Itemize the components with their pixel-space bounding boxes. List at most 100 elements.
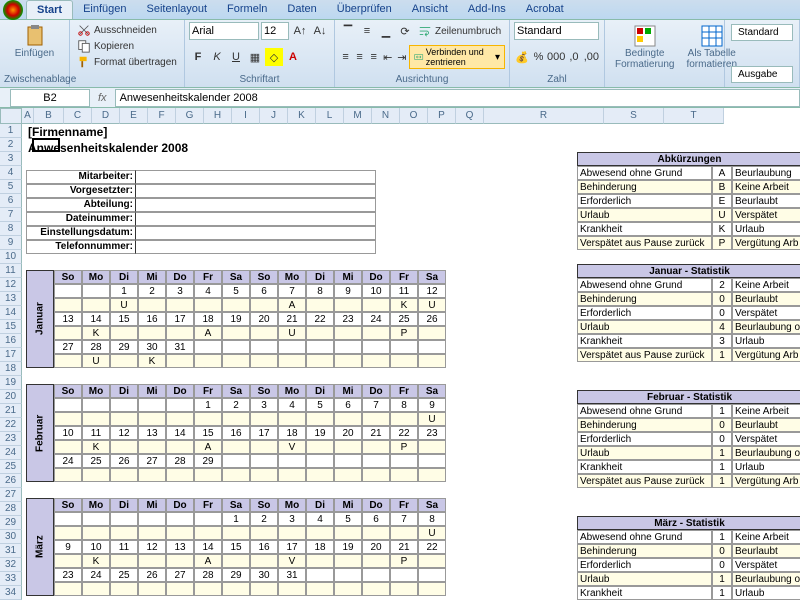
cal-cell[interactable] [110,512,138,526]
cal-cell[interactable]: 28 [194,568,222,582]
cal-cell[interactable] [390,582,418,596]
cal-cell[interactable] [250,440,278,454]
row-header[interactable]: 1 [0,124,22,138]
cal-cell[interactable]: 19 [306,426,334,440]
row-header[interactable]: 12 [0,278,22,292]
cal-cell[interactable] [278,354,306,368]
cal-cell[interactable]: 9 [54,540,82,554]
row-header[interactable]: 9 [0,236,22,250]
cal-cell[interactable]: 12 [418,284,446,298]
row-header[interactable]: 10 [0,250,22,264]
row-header[interactable]: 7 [0,208,22,222]
cal-cell[interactable] [222,468,250,482]
align-middle-button[interactable]: ≡ [358,22,376,40]
cal-cell[interactable] [222,298,250,312]
cal-cell[interactable] [362,298,390,312]
cal-cell[interactable] [138,582,166,596]
align-right-button[interactable]: ≡ [367,48,380,66]
row-header[interactable]: 20 [0,390,22,404]
cal-cell[interactable]: 2 [138,284,166,298]
cal-cell[interactable] [334,582,362,596]
comma-button[interactable]: 000 [547,48,565,66]
cal-cell[interactable] [418,554,446,568]
cal-cell[interactable] [222,454,250,468]
cell-style-output[interactable]: Ausgabe [731,66,793,83]
indent-dec-button[interactable]: ⇤ [381,48,394,66]
cal-cell[interactable] [278,412,306,426]
cal-cell[interactable] [82,582,110,596]
cal-cell[interactable]: 24 [362,312,390,326]
cal-cell[interactable] [222,440,250,454]
cal-cell[interactable]: K [138,354,166,368]
cal-cell[interactable] [334,454,362,468]
row-header[interactable]: 30 [0,530,22,544]
cal-cell[interactable] [54,468,82,482]
cal-cell[interactable]: 26 [418,312,446,326]
cal-cell[interactable] [166,440,194,454]
cal-cell[interactable]: 24 [54,454,82,468]
cal-cell[interactable] [82,412,110,426]
cal-cell[interactable]: V [278,440,306,454]
align-top-button[interactable]: ▔ [339,22,357,40]
inc-decimal-button[interactable]: ,0 [566,48,582,66]
cal-cell[interactable] [54,582,82,596]
worksheet-grid[interactable]: ABCDEFGHIJKLMNOPQRST 1234567891011121314… [0,108,800,600]
ribbon-tab-überprüfen[interactable]: Überprüfen [327,0,402,19]
cal-cell[interactable]: 14 [82,312,110,326]
cal-cell[interactable] [362,582,390,596]
cal-cell[interactable] [278,468,306,482]
font-color-button[interactable]: A [284,48,302,66]
name-box[interactable]: B2 [10,89,90,107]
row-header[interactable]: 34 [0,586,22,600]
cal-cell[interactable]: 17 [250,426,278,440]
cal-cell[interactable] [54,512,82,526]
cal-cell[interactable]: 25 [110,568,138,582]
cal-cell[interactable] [278,454,306,468]
cal-cell[interactable] [306,468,334,482]
cal-cell[interactable] [194,582,222,596]
cal-cell[interactable] [278,582,306,596]
ribbon-tab-start[interactable]: Start [26,0,73,19]
cal-cell[interactable] [138,298,166,312]
cal-cell[interactable]: 29 [194,454,222,468]
cal-cell[interactable]: U [82,354,110,368]
cal-cell[interactable]: 13 [138,426,166,440]
cal-cell[interactable]: P [390,326,418,340]
cal-cell[interactable] [362,526,390,540]
wrap-text-button[interactable]: Zeilenumbruch [415,23,504,39]
row-header[interactable]: 5 [0,180,22,194]
row-header[interactable]: 3 [0,152,22,166]
cal-cell[interactable]: 1 [222,512,250,526]
cal-cell[interactable] [306,568,334,582]
cal-cell[interactable] [250,582,278,596]
cal-cell[interactable] [362,468,390,482]
cal-cell[interactable]: 8 [306,284,334,298]
align-left-button[interactable]: ≡ [339,48,352,66]
cal-cell[interactable]: 14 [194,540,222,554]
col-header[interactable]: K [288,108,316,124]
cal-cell[interactable]: 4 [306,512,334,526]
cal-cell[interactable]: 10 [362,284,390,298]
cal-cell[interactable]: 22 [418,540,446,554]
cal-cell[interactable] [362,440,390,454]
cal-cell[interactable]: 26 [138,568,166,582]
row-header[interactable]: 28 [0,502,22,516]
cal-cell[interactable]: 23 [54,568,82,582]
form-value[interactable] [136,170,376,184]
font-size-combo[interactable] [261,22,289,40]
cal-cell[interactable]: 5 [334,512,362,526]
cal-cell[interactable]: 15 [194,426,222,440]
row-header[interactable]: 24 [0,446,22,460]
cal-cell[interactable]: 18 [194,312,222,326]
col-header[interactable]: N [372,108,400,124]
cal-cell[interactable] [54,284,82,298]
form-value[interactable] [136,212,376,226]
cal-cell[interactable] [334,468,362,482]
font-name-combo[interactable] [189,22,259,40]
form-value[interactable] [136,198,376,212]
cal-cell[interactable]: 17 [278,540,306,554]
cal-cell[interactable] [334,412,362,426]
cal-cell[interactable]: K [82,326,110,340]
cal-cell[interactable] [166,298,194,312]
col-header[interactable]: I [232,108,260,124]
